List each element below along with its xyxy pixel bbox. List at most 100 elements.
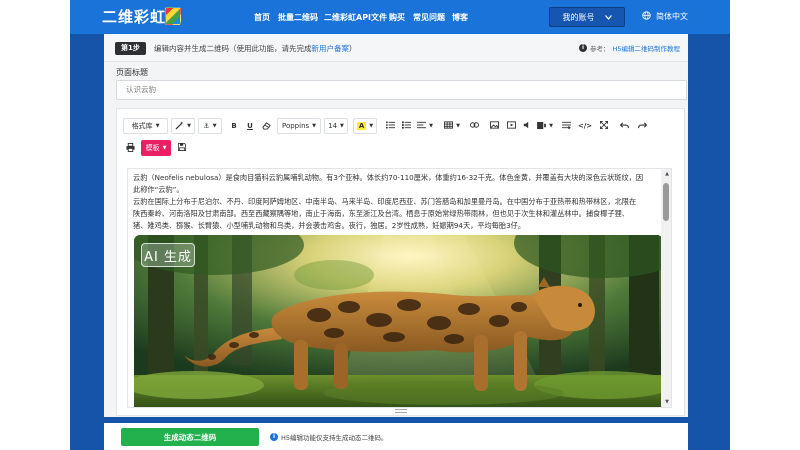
app-stage: 二维彩虹 首页 批量二维码 二维彩虹API文件 购买 常见问题 博客 我的账号 …	[70, 0, 730, 450]
scrollbar-thumb[interactable]	[663, 183, 669, 221]
bullet-list-button[interactable]	[383, 118, 397, 134]
insert-link-button[interactable]	[467, 118, 481, 134]
account-label: 我的账号	[562, 12, 595, 22]
anchor-dropdown[interactable]: ⚓ ▼	[198, 118, 222, 134]
text-direction-button[interactable]	[559, 118, 573, 134]
editor-resize-handle[interactable]	[395, 409, 407, 413]
caret-down-icon: ▼	[456, 123, 460, 129]
clear-format-button[interactable]	[259, 118, 273, 134]
caret-down-icon: ▼	[212, 123, 217, 129]
info-icon: i	[578, 44, 587, 52]
reference-link-group: i 参考： H5编辑二维码制作教程	[578, 43, 680, 53]
speaker-icon	[523, 121, 531, 131]
tutorial-link[interactable]: H5编辑二维码制作教程	[612, 43, 680, 53]
table-icon	[444, 121, 454, 131]
table-dropdown[interactable]: ▼	[441, 118, 463, 134]
rubiks-cube-icon	[165, 7, 181, 25]
paragraph-line-5: 猪、雉鸡类、猕猴、长臂猿、小型哺乳动物和鸟类，并会袭击鸡舍。夜行，独居。2岁性成…	[133, 221, 526, 230]
paragraph-line-2: 此称作“云豹”。	[133, 185, 184, 194]
ai-generated-badge: AI 生成	[141, 243, 195, 267]
reference-label: 参考：	[589, 45, 610, 53]
format-library-dropdown[interactable]: 格式库 ▼	[123, 118, 168, 134]
editor-panel: 第1步 编辑内容并生成二维码（使用此功能，请先完成新用户备案） i 参考： H5…	[104, 34, 688, 417]
editor-content-area[interactable]: 云豹（Neofelis nebulosa）是食肉目猫科云豹属哺乳动物。有3个亚种…	[127, 168, 672, 408]
step-instruction-end: ）	[349, 44, 357, 53]
nav-home[interactable]: 首页	[254, 12, 270, 23]
text-color-dropdown[interactable]: A ▼	[353, 118, 377, 134]
generate-bar: 生成动态二维码 i H5编辑功能仅支持生成动态二维码。	[104, 423, 688, 450]
caret-down-icon: ▼	[312, 123, 317, 129]
font-size-label: 14	[328, 122, 338, 130]
leopard-illustration	[134, 235, 663, 407]
image-icon	[489, 121, 499, 131]
generate-note: i H5编辑功能仅支持生成动态二维码。	[270, 432, 388, 442]
nav-batch-qr[interactable]: 批量二维码	[278, 12, 318, 23]
account-dropdown-button[interactable]: 我的账号	[549, 7, 625, 27]
print-button[interactable]	[123, 140, 137, 156]
video-icon	[506, 121, 516, 131]
page-margin-left	[0, 0, 70, 450]
eraser-icon	[261, 121, 271, 132]
text-direction-icon	[561, 121, 571, 131]
magic-wand-icon	[175, 120, 184, 132]
font-family-dropdown[interactable]: Poppins ▼	[277, 118, 321, 134]
globe-icon	[642, 11, 651, 22]
page-title-input[interactable]: 认识云豹	[116, 80, 687, 100]
source-code-button[interactable]: </>	[577, 118, 593, 134]
step-instruction: 编辑内容并生成二维码（使用此功能，请先完成新用户备案）	[154, 43, 357, 54]
bold-button[interactable]: B	[227, 118, 241, 134]
page-title-label: 页面标题	[116, 68, 148, 77]
scroll-up-arrow-icon[interactable]: ▲	[665, 171, 669, 177]
chevron-down-icon	[604, 13, 612, 22]
magic-wand-dropdown[interactable]: ▼	[171, 118, 195, 134]
registration-link[interactable]: 新用户备案	[312, 44, 350, 53]
fullscreen-button[interactable]	[597, 118, 611, 134]
site-logo[interactable]: 二维彩虹	[102, 6, 166, 27]
save-icon	[178, 143, 186, 153]
step-instruction-text: 编辑内容并生成二维码（使用此功能，请先完成	[154, 44, 312, 53]
nav-faq[interactable]: 常见问题	[413, 12, 445, 23]
rich-text-editor: 格式库 ▼ ▼ ⚓ ▼ B U Poppins ▼ 14 ▼ A ▼ ▼ ▼ ▼…	[116, 108, 685, 416]
caret-down-icon: ▼	[340, 123, 344, 129]
link-icon	[469, 122, 479, 130]
nav-purchase[interactable]: 购买	[389, 12, 405, 23]
language-label: 简体中文	[656, 12, 688, 21]
generate-dynamic-qr-button[interactable]: 生成动态二维码	[121, 428, 259, 446]
caret-down-icon: ▼	[549, 123, 553, 129]
clouded-leopard-image[interactable]: AI 生成	[134, 235, 663, 407]
caret-down-icon: ▼	[429, 123, 433, 129]
bullet-list-icon	[385, 121, 395, 131]
caret-down-icon: ▼	[187, 123, 191, 129]
scroll-down-arrow-icon[interactable]: ▼	[665, 399, 669, 405]
font-size-dropdown[interactable]: 14 ▼	[324, 118, 348, 134]
paragraph-line-4: 陕西秦岭、河南洛阳及甘肃南部。西至西藏察隅等地，南止于海南，东至浙江及台湾。栖息…	[133, 209, 629, 218]
align-dropdown[interactable]: ▼	[415, 118, 435, 134]
redo-button[interactable]	[635, 118, 649, 134]
language-selector[interactable]: 简体中文	[642, 11, 688, 22]
numbered-list-button[interactable]	[399, 118, 413, 134]
font-family-label: Poppins	[281, 122, 310, 130]
caret-down-icon: ▼	[155, 123, 160, 129]
underline-button[interactable]: U	[243, 118, 257, 134]
content-scrollbar[interactable]: ▲ ▼	[661, 169, 671, 407]
insert-image-button[interactable]	[487, 118, 501, 134]
insert-audio-button[interactable]	[521, 118, 533, 134]
printer-icon	[125, 142, 135, 154]
text-color-icon: A	[356, 122, 367, 130]
embed-dropdown[interactable]: ▼	[535, 118, 555, 134]
caret-down-icon: ▼	[162, 145, 167, 151]
format-library-label: 格式库	[131, 122, 153, 130]
template-dropdown[interactable]: 模板 ▼	[141, 140, 171, 156]
anchor-icon: ⚓	[203, 122, 210, 130]
top-navigation: 二维彩虹 首页 批量二维码 二维彩虹API文件 购买 常见问题 博客 我的账号 …	[70, 0, 730, 34]
numbered-list-icon	[401, 121, 411, 131]
nav-api-docs[interactable]: 二维彩虹API文件	[324, 12, 387, 23]
paragraph-line-3: 云豹在国际上分布于尼泊尔、不丹、印度阿萨姆地区、中南半岛、马来半岛、印度尼西亚、…	[133, 197, 637, 206]
save-template-button[interactable]	[175, 140, 189, 156]
undo-button[interactable]	[617, 118, 631, 134]
code-icon: </>	[577, 122, 593, 130]
insert-video-button[interactable]	[504, 118, 518, 134]
paragraph-line-1: 云豹（Neofelis nebulosa）是食肉目猫科云豹属哺乳动物。有3个亚种…	[133, 173, 644, 182]
fullscreen-icon	[599, 120, 609, 131]
nav-blog[interactable]: 博客	[452, 12, 468, 23]
